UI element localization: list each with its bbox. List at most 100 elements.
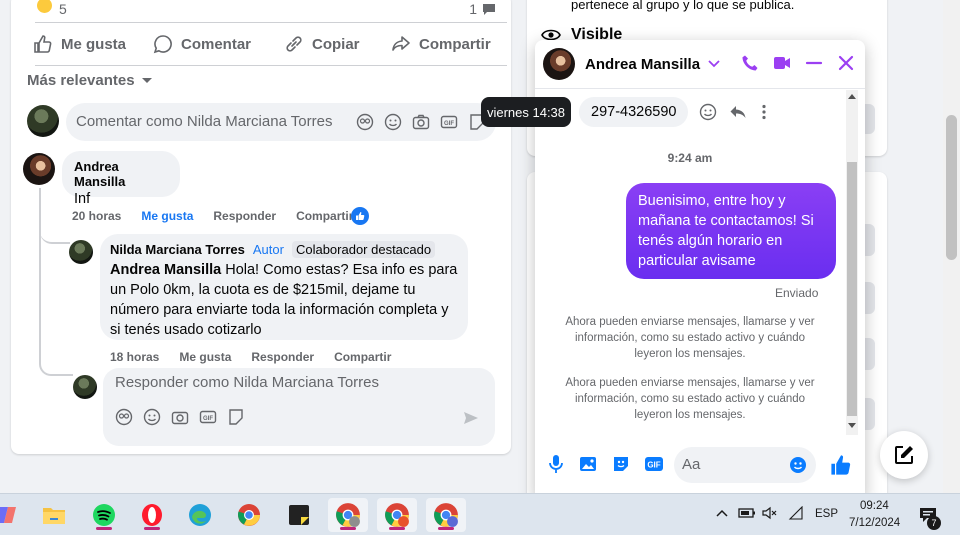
timestamp-tooltip: viernes 14:38 xyxy=(481,97,571,127)
commenter-avatar[interactable] xyxy=(23,153,55,185)
svg-text:GIF: GIF xyxy=(647,461,660,470)
share-label: Compartir xyxy=(419,35,491,53)
like-button[interactable]: Me gusta xyxy=(33,30,126,58)
thumbs-up-send-icon[interactable] xyxy=(829,453,853,477)
incoming-message[interactable]: 297-4326590 xyxy=(579,97,689,127)
comment-button[interactable]: Comentar xyxy=(153,30,251,58)
reply-time[interactable]: 18 horas xyxy=(110,350,159,364)
page-scrollbar-thumb[interactable] xyxy=(946,115,957,260)
copilot-app[interactable] xyxy=(0,498,26,532)
wifi-icon[interactable] xyxy=(788,506,804,520)
avatar-sticker-icon[interactable] xyxy=(115,408,133,426)
chrome-profile-app[interactable] xyxy=(426,498,466,532)
spotify-app[interactable] xyxy=(84,498,124,532)
share-button[interactable]: Compartir xyxy=(391,30,491,58)
reply-bubble: Nilda Marciana Torres Autor Colaborador … xyxy=(100,234,468,340)
reply-meta: 18 horas Me gusta Responder Compartir xyxy=(110,350,391,364)
gif-icon[interactable]: GIF xyxy=(644,454,664,474)
send-icon[interactable] xyxy=(463,410,479,426)
chat-header-actions xyxy=(741,54,855,72)
chat-scrollbar-thumb[interactable] xyxy=(847,162,857,416)
battery-icon[interactable] xyxy=(738,507,756,519)
copy-label: Copiar xyxy=(312,35,360,53)
comment-time[interactable]: 20 horas xyxy=(72,209,121,223)
outgoing-message[interactable]: Buenisimo, entre hoy y mañana te contact… xyxy=(626,183,836,279)
composer-tools: GIF xyxy=(356,113,486,131)
clock-time[interactable]: 09:24 xyxy=(860,500,889,512)
gif-icon[interactable]: GIF xyxy=(199,408,217,426)
sticky-notes-app[interactable] xyxy=(279,498,319,532)
gif-icon[interactable]: GIF xyxy=(440,113,458,131)
scroll-up-icon[interactable] xyxy=(848,93,856,99)
scroll-down-icon[interactable] xyxy=(848,423,856,429)
video-call-icon[interactable] xyxy=(773,54,791,72)
comment-like-link[interactable]: Me gusta xyxy=(141,209,193,223)
group-info-text: pertenece al grupo y lo que se publica. xyxy=(571,0,795,12)
phone-icon[interactable] xyxy=(741,54,759,72)
comment-author[interactable]: Andrea Mansilla xyxy=(74,159,168,189)
emoji-icon[interactable] xyxy=(789,456,807,474)
copilot-icon xyxy=(0,507,16,523)
sticker-icon[interactable] xyxy=(611,454,631,474)
reaction-count: 5 xyxy=(59,1,67,17)
contact-avatar[interactable] xyxy=(543,48,575,80)
header-divider xyxy=(535,88,865,89)
reply-author-avatar[interactable] xyxy=(69,240,93,264)
reply-share-link[interactable]: Compartir xyxy=(334,350,391,364)
clock-date[interactable]: 7/12/2024 xyxy=(849,517,900,529)
photo-icon[interactable] xyxy=(578,454,598,474)
microphone-icon[interactable] xyxy=(547,454,565,474)
close-icon[interactable] xyxy=(837,54,855,72)
mention-link[interactable]: Andrea Mansilla xyxy=(110,262,221,278)
svg-text:GIF: GIF xyxy=(444,121,454,127)
copy-link-button[interactable]: Copiar xyxy=(284,30,360,58)
chrome-app[interactable] xyxy=(229,498,269,532)
chrome-profile-app[interactable] xyxy=(377,498,417,532)
current-user-avatar[interactable] xyxy=(27,105,59,137)
minimize-icon[interactable] xyxy=(805,54,823,72)
opera-app[interactable] xyxy=(132,498,172,532)
chevron-up-icon[interactable] xyxy=(716,509,728,517)
new-message-button[interactable] xyxy=(880,431,928,479)
chrome-profile-app[interactable] xyxy=(328,498,368,532)
comment-icon xyxy=(483,4,495,15)
reply-arrow-icon[interactable] xyxy=(729,103,747,121)
file-explorer-app[interactable] xyxy=(34,498,74,532)
chevron-down-icon[interactable] xyxy=(708,60,720,68)
reaction-summary[interactable]: 5 1 xyxy=(35,0,515,18)
reply-reply-link[interactable]: Responder xyxy=(251,350,314,364)
comment-reply-link[interactable]: Responder xyxy=(213,209,276,223)
reply-input-placeholder: Responder como Nilda Marciana Torres xyxy=(115,374,380,391)
reply-composer[interactable]: Responder como Nilda Marciana Torres GIF xyxy=(103,368,495,446)
avatar-sticker-icon[interactable] xyxy=(356,113,374,131)
spotify-icon xyxy=(93,504,115,526)
chat-input-placeholder: Aa xyxy=(682,456,701,473)
comment-composer[interactable]: Comentar como Nilda Marciana Torres GIF xyxy=(66,103,496,141)
volume-muted-icon[interactable] xyxy=(762,506,778,520)
comment-text: Inf xyxy=(74,191,91,207)
edge-app[interactable] xyxy=(180,498,220,532)
chrome-profile-icon xyxy=(434,503,458,527)
notification-badge: 7 xyxy=(927,516,941,530)
emoji-icon[interactable] xyxy=(384,113,402,131)
comment-sort-dropdown[interactable]: Más relevantes xyxy=(27,72,153,89)
more-options-icon[interactable] xyxy=(759,103,769,121)
camera-icon[interactable] xyxy=(171,408,189,426)
chat-message-input[interactable]: Aa xyxy=(674,447,816,483)
language-indicator[interactable]: ESP xyxy=(815,508,838,520)
react-emoji-icon[interactable] xyxy=(699,103,717,121)
taskbar: ESP 09:24 7/12/2024 7 xyxy=(0,493,960,535)
thumbs-up-icon xyxy=(356,212,365,220)
contact-name[interactable]: Andrea Mansilla xyxy=(585,56,700,73)
reply-like-link[interactable]: Me gusta xyxy=(179,350,231,364)
camera-icon[interactable] xyxy=(412,113,430,131)
like-reaction-badge[interactable] xyxy=(351,207,369,225)
comment-meta: 20 horas Me gusta Responder Compartir xyxy=(72,209,353,223)
emoji-icon[interactable] xyxy=(143,408,161,426)
current-user-avatar[interactable] xyxy=(73,375,97,399)
system-message: Ahora pueden enviarse mensajes, llamarse… xyxy=(565,316,815,360)
comment-count[interactable]: 1 xyxy=(469,1,497,17)
sticker-icon[interactable] xyxy=(227,408,245,426)
reply-author[interactable]: Nilda Marciana Torres xyxy=(110,242,245,257)
comment-share-link[interactable]: Compartir xyxy=(296,209,353,223)
